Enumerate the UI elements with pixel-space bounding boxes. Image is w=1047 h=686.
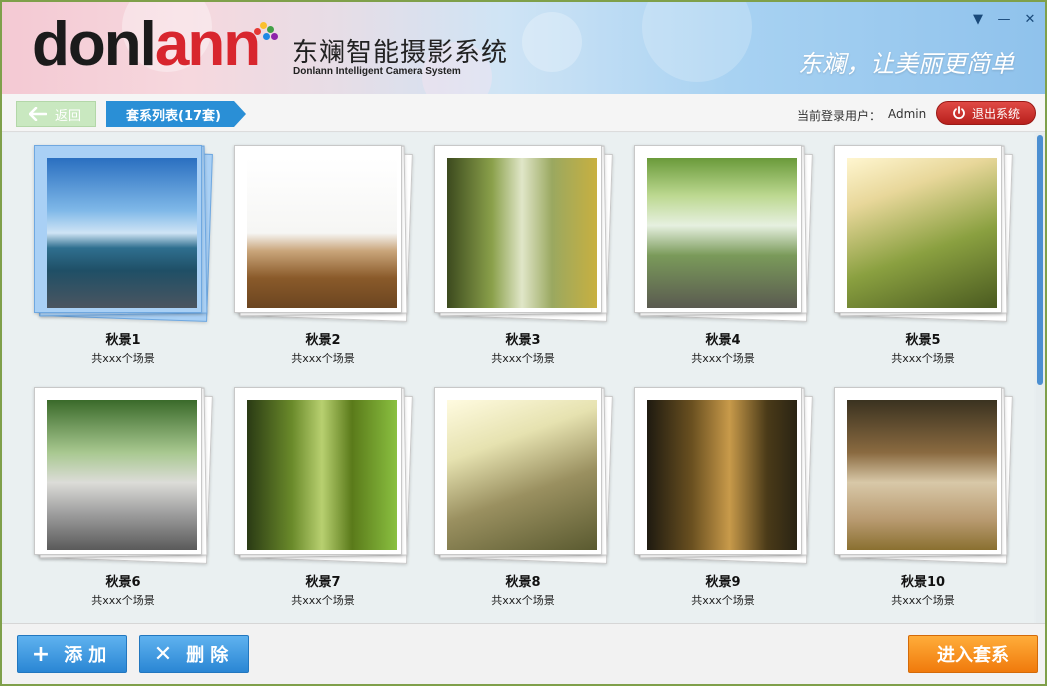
current-user-name: Admin [888,107,927,121]
series-card[interactable]: 秋景5 共xxx个场景 [834,145,1034,375]
series-scene-count: 共xxx个场景 [491,594,555,607]
toolbar: 返回 套系列表(17套) 当前登录用户： Admin 退出系统 [2,94,1045,132]
series-thumbnail [847,158,997,308]
series-card[interactable]: 秋景6 共xxx个场景 [34,387,234,617]
series-scene-count: 共xxx个场景 [291,594,355,607]
series-title: 秋景5 [905,333,941,348]
series-card[interactable]: 秋景3 共xxx个场景 [434,145,634,375]
enter-series-button[interactable]: 进入套系 [908,635,1038,673]
series-title: 秋景4 [705,333,741,348]
series-title: 秋景9 [705,575,741,590]
series-title: 秋景10 [900,575,946,590]
series-title: 秋景8 [505,575,541,590]
series-scene-count: 共xxx个场景 [691,594,755,607]
series-title: 秋景3 [505,333,541,348]
series-thumbnail [847,400,997,550]
photo-stack [34,387,213,565]
bottom-bar: + 添加 ✕ 删除 进入套系 [2,623,1045,684]
photo-stack [34,145,213,323]
delete-label: 删除 [186,645,235,666]
series-thumbnail [247,158,397,308]
series-grid: 秋景1 共xxx个场景 秋景2 共xxx个场景 秋景3 共xxx个场景 秋景4 共xxx个场景… [4,133,1034,623]
logout-button[interactable]: 退出系统 [936,101,1036,125]
series-thumbnail [47,400,197,550]
series-scene-count: 共xxx个场景 [491,352,555,365]
minimize-button[interactable]: — [994,12,1014,28]
slogan: 东斓，让美丽更简单 [798,50,1014,78]
series-title: 秋景6 [105,575,141,590]
photo-stack [834,145,1013,323]
series-card[interactable]: 秋景7 共xxx个场景 [234,387,434,617]
current-user-label: 当前登录用户： [797,109,882,123]
photo-stack [634,145,813,323]
photo-stack [434,145,613,323]
series-scene-count: 共xxx个场景 [91,594,155,607]
menu-dropdown-icon[interactable]: ▼ [968,12,988,28]
scrollbar[interactable] [1036,133,1045,623]
power-icon [953,106,965,120]
header-banner: donlann 东斓智能摄影系统 Donlann Intelligent Cam… [2,2,1045,94]
photo-stack [834,387,1013,565]
series-title: 秋景2 [305,333,341,348]
back-arrow-icon [29,107,47,121]
series-thumbnail [247,400,397,550]
series-scene-count: 共xxx个场景 [691,352,755,365]
logo-dots-icon [250,20,280,42]
series-card[interactable]: 秋景10 共xxx个场景 [834,387,1034,617]
photo-stack [634,387,813,565]
series-thumbnail [647,400,797,550]
add-label: 添加 [64,645,113,666]
series-card[interactable]: 秋景8 共xxx个场景 [434,387,634,617]
series-scene-count: 共xxx个场景 [891,594,955,607]
photo-stack [234,387,413,565]
series-thumbnail [647,158,797,308]
series-thumbnail [447,158,597,308]
photo-stack [434,387,613,565]
add-button[interactable]: + 添加 [17,635,127,673]
logout-label: 退出系统 [971,106,1020,121]
series-card[interactable]: 秋景9 共xxx个场景 [634,387,834,617]
series-thumbnail [47,158,197,308]
app-window: donlann 东斓智能摄影系统 Donlann Intelligent Cam… [0,0,1047,686]
series-card[interactable]: 秋景1 共xxx个场景 [34,145,234,375]
series-scene-count: 共xxx个场景 [891,352,955,365]
brand-subtitle: Donlann Intelligent Camera System [293,66,461,77]
delete-button[interactable]: ✕ 删除 [139,635,249,673]
series-title: 秋景1 [105,333,141,348]
close-icon: ✕ [153,641,173,667]
close-button[interactable]: ✕ [1020,12,1040,28]
series-title: 秋景7 [305,575,341,590]
brand-title: 东斓智能摄影系统 [292,38,509,68]
back-button[interactable]: 返回 [16,101,96,127]
plus-icon: + [31,641,51,667]
series-thumbnail [447,400,597,550]
scrollbar-thumb[interactable] [1037,135,1043,385]
photo-stack [234,145,413,323]
series-scene-count: 共xxx个场景 [91,352,155,365]
logo-wordmark: donlann [32,10,261,79]
back-label: 返回 [55,108,82,124]
series-card[interactable]: 秋景2 共xxx个场景 [234,145,434,375]
series-card[interactable]: 秋景4 共xxx个场景 [634,145,834,375]
series-scene-count: 共xxx个场景 [291,352,355,365]
breadcrumb: 套系列表(17套) [106,101,246,127]
